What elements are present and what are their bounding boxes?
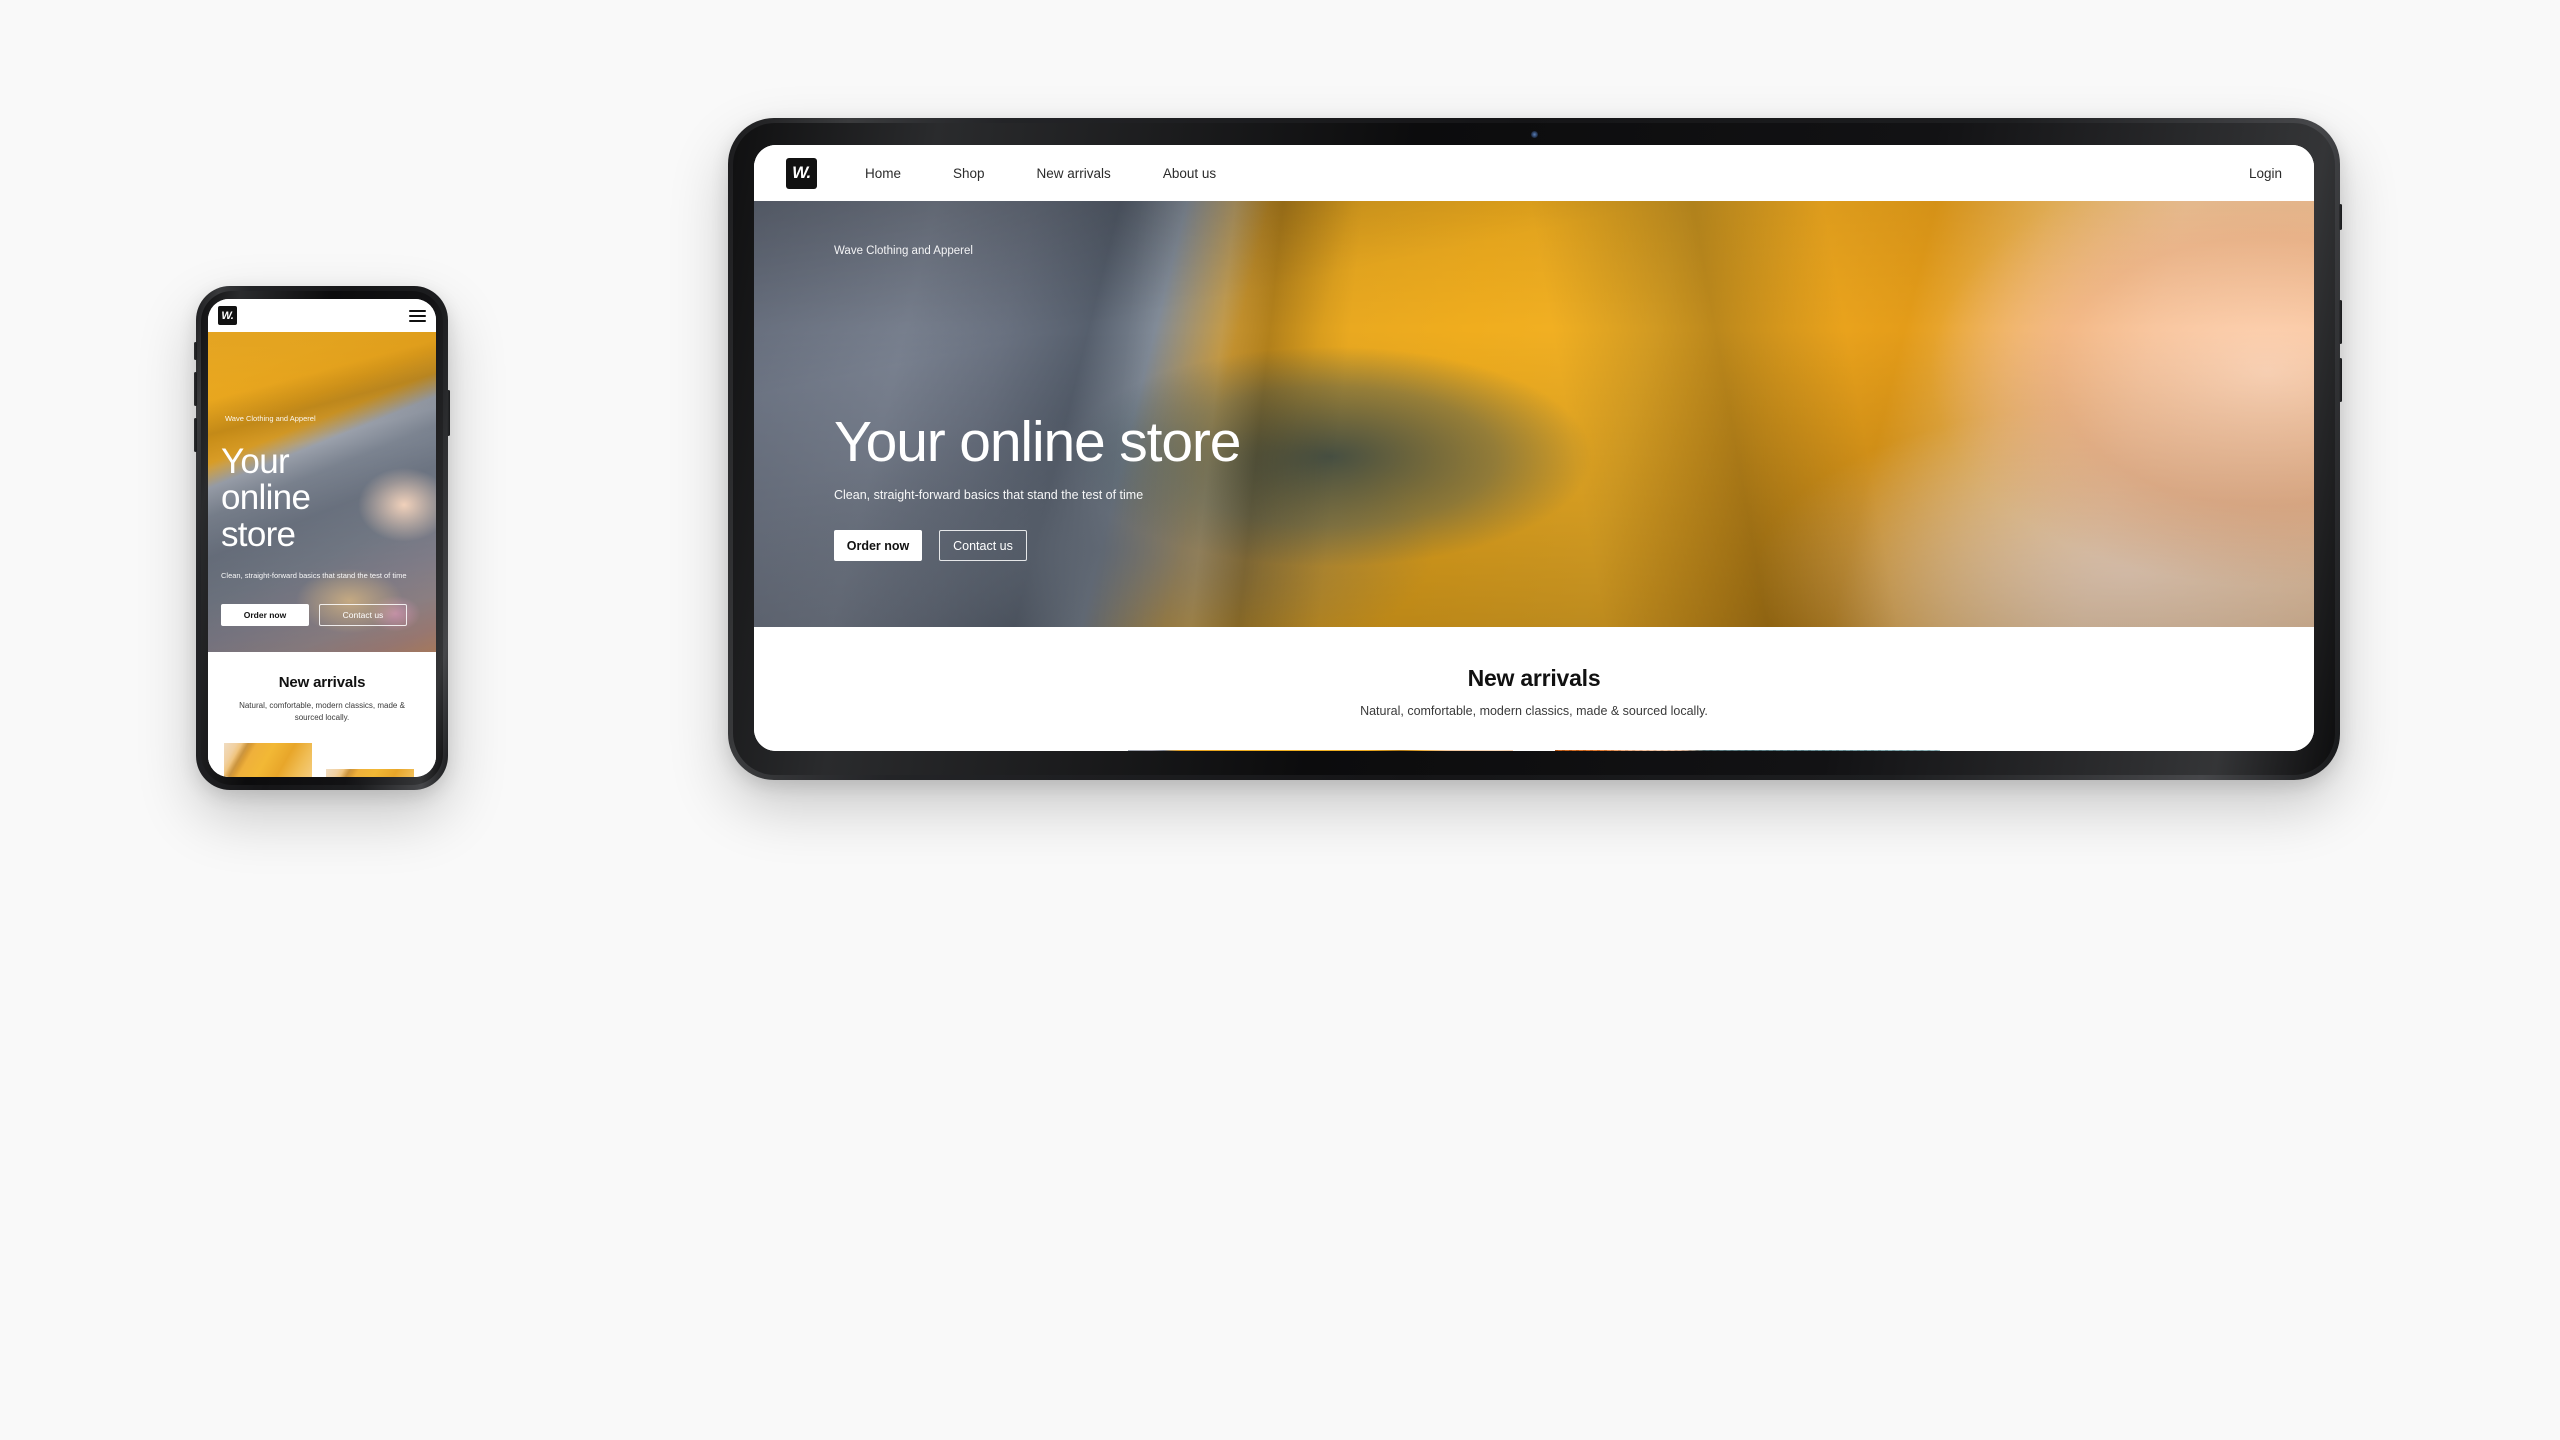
tablet-power-button[interactable] bbox=[2339, 204, 2342, 230]
tablet-front-camera-icon bbox=[1530, 131, 1538, 138]
tablet-brand-logo[interactable]: W. bbox=[786, 157, 817, 189]
tablet-order-now-button[interactable]: Order now bbox=[834, 530, 922, 562]
tablet-hero-eyebrow: Wave Clothing and Apperel bbox=[834, 245, 973, 257]
tablet-new-arrivals-section: New arrivals Natural, comfortable, moder… bbox=[754, 627, 2314, 751]
phone-new-arrivals-subtitle: Natural, comfortable, modern classics, m… bbox=[239, 701, 405, 723]
tablet-hero-cta-row: Order now Contact us bbox=[834, 530, 2234, 562]
nav-item-about-us[interactable]: About us bbox=[1163, 166, 1216, 181]
phone-mute-switch[interactable] bbox=[194, 342, 197, 360]
nav-item-new-arrivals[interactable]: New arrivals bbox=[1037, 166, 1111, 181]
phone-power-button[interactable] bbox=[447, 390, 450, 436]
phone-product-card-grid bbox=[224, 742, 420, 777]
tablet-hero-subline: Clean, straight-forward basics that stan… bbox=[834, 488, 1144, 503]
phone-hero-eyebrow: Wave Clothing and Apperel bbox=[225, 414, 316, 423]
phone-contact-us-button[interactable]: Contact us bbox=[319, 604, 407, 627]
product-card[interactable] bbox=[1555, 750, 1940, 751]
phone-hero-content: Wave Clothing and Apperel Your online st… bbox=[221, 332, 423, 627]
phone-device-mockup: W. Wave Clothing and Apperel Your online… bbox=[194, 286, 450, 790]
tablet-hero-content: Wave Clothing and Apperel Your online st… bbox=[834, 201, 2234, 562]
phone-new-arrivals-title: New arrivals bbox=[278, 674, 366, 691]
phone-hero-cta-row: Order now Contact us bbox=[221, 604, 423, 627]
tablet-product-card-grid bbox=[834, 750, 2234, 751]
phone-volume-up-button[interactable] bbox=[194, 372, 197, 406]
tablet-screen: W. Home Shop New arrivals About us Login… bbox=[754, 145, 2314, 751]
phone-screen: W. Wave Clothing and Apperel Your online… bbox=[208, 299, 436, 777]
login-link[interactable]: Login bbox=[2249, 166, 2282, 181]
phone-volume-down-button[interactable] bbox=[194, 418, 197, 452]
tablet-new-arrivals-title: New arrivals bbox=[1467, 665, 1601, 691]
phone-product-card[interactable] bbox=[326, 768, 414, 777]
phone-hero-headline: Your online store bbox=[221, 442, 311, 554]
tablet-website-viewport: W. Home Shop New arrivals About us Login… bbox=[754, 145, 2314, 751]
phone-hero-subline: Clean, straight-forward basics that stan… bbox=[221, 571, 407, 581]
phone-hero-section: Wave Clothing and Apperel Your online st… bbox=[208, 332, 436, 652]
nav-item-shop[interactable]: Shop bbox=[953, 166, 985, 181]
phone-brand-logo[interactable]: W. bbox=[218, 306, 237, 325]
tablet-hero-section: Wave Clothing and Apperel Your online st… bbox=[754, 201, 2314, 627]
tablet-volume-up-button[interactable] bbox=[2339, 300, 2342, 344]
tablet-volume-down-button[interactable] bbox=[2339, 358, 2342, 402]
tablet-contact-us-button[interactable]: Contact us bbox=[939, 530, 1027, 562]
phone-product-card[interactable] bbox=[224, 742, 312, 777]
product-card[interactable] bbox=[1128, 750, 1513, 751]
phone-website-viewport: W. Wave Clothing and Apperel Your online… bbox=[208, 299, 436, 777]
phone-site-header: W. bbox=[208, 299, 436, 332]
mockup-scene: W. Wave Clothing and Apperel Your online… bbox=[0, 0, 2560, 1440]
tablet-device-mockup: W. Home Shop New arrivals About us Login… bbox=[728, 118, 2342, 780]
tablet-primary-nav: Home Shop New arrivals About us bbox=[865, 166, 1216, 181]
tablet-hero-headline: Your online store bbox=[834, 410, 1241, 474]
phone-order-now-button[interactable]: Order now bbox=[221, 604, 309, 627]
nav-item-home[interactable]: Home bbox=[865, 166, 901, 181]
phone-new-arrivals-section: New arrivals Natural, comfortable, moder… bbox=[208, 652, 436, 777]
hamburger-menu-icon[interactable] bbox=[409, 309, 426, 322]
tablet-new-arrivals-subtitle: Natural, comfortable, modern classics, m… bbox=[1360, 704, 1708, 718]
tablet-site-header: W. Home Shop New arrivals About us Login bbox=[754, 145, 2314, 201]
